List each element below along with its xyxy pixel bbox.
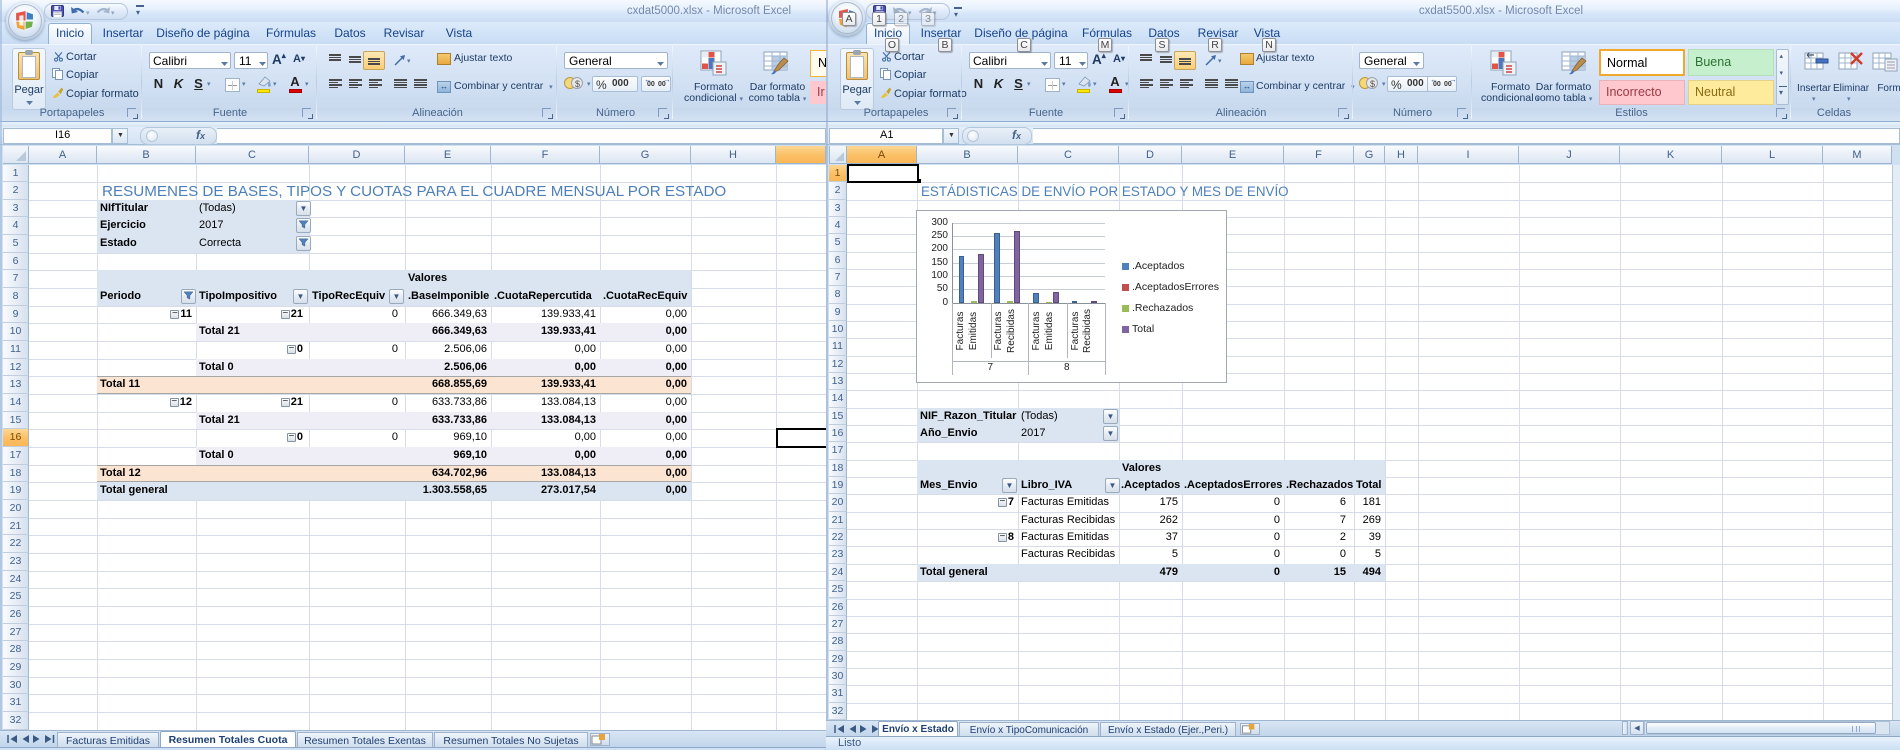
svg-text:$: $ bbox=[575, 79, 580, 89]
svg-text:$: $ bbox=[1370, 79, 1375, 89]
